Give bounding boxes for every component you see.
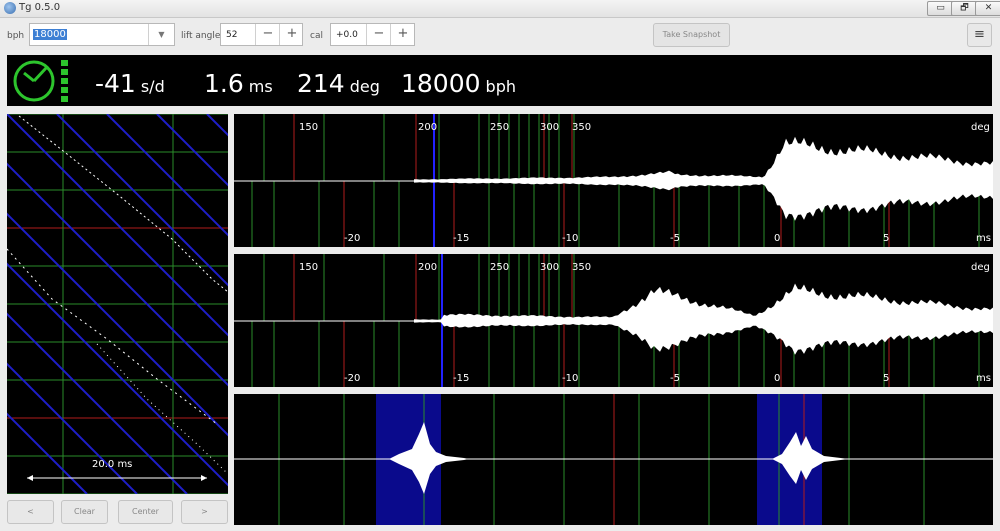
deg-unit-label: deg [971, 262, 990, 273]
deg-unit-label: deg [971, 122, 990, 133]
deg-tick-label: 350 [572, 122, 591, 133]
ms-tick-label: -15 [453, 373, 469, 384]
bph-readout-unit: bph [485, 77, 516, 96]
bph-combobox[interactable]: 18000 ▼ [29, 23, 175, 46]
deg-tick-label: 250 [490, 262, 509, 273]
shift-left-button[interactable]: < [7, 500, 54, 524]
ms-unit-label: ms [976, 373, 991, 384]
deg-tick-label: 150 [299, 262, 318, 273]
deg-tick-label: 300 [540, 262, 559, 273]
ms-tick-label: 5 [883, 373, 889, 384]
lift-angle-label: lift angle [181, 31, 221, 41]
beat-error-readout: 1.6 ms [204, 69, 273, 98]
ms-tick-label: -20 [344, 373, 360, 384]
lift-angle-decrement[interactable]: − [255, 24, 280, 45]
deg-tick-label: 250 [490, 122, 509, 133]
paperstrip-plot [7, 114, 228, 494]
toc-waveform-panel: 150 200 250 300 350 deg -20 -15 -10 -5 0 5 ms [234, 254, 993, 387]
deg-tick-label: 150 [299, 122, 318, 133]
cal-decrement[interactable]: − [366, 24, 391, 45]
paperstrip-panel[interactable]: 20.0 ms [7, 114, 228, 494]
bph-readout: 18000 bph [401, 69, 516, 98]
bph-readout-value: 18000 [401, 69, 481, 98]
ms-tick-label: 0 [774, 233, 780, 244]
ms-tick-label: -20 [344, 233, 360, 244]
app-icon [4, 2, 16, 14]
window-title: Tg 0.5.0 [19, 2, 61, 13]
beat-trace [7, 248, 218, 425]
take-snapshot-button[interactable]: Take Snapshot [653, 23, 730, 47]
rate-unit: s/d [140, 77, 165, 96]
amplitude-unit: deg [349, 77, 380, 96]
rate-readout: -41 s/d [95, 69, 165, 98]
menu-icon[interactable]: ≡ [967, 23, 992, 47]
cal-increment[interactable]: + [390, 24, 415, 45]
bph-label: bph [7, 31, 25, 41]
ms-tick-label: -5 [670, 233, 680, 244]
clock-icon [13, 60, 55, 102]
amplitude-readout: 214 deg [297, 69, 380, 98]
beat-trace [96, 343, 228, 475]
cal-label: cal [310, 31, 323, 41]
amplitude-value: 214 [297, 69, 345, 98]
waveform-envelope [414, 283, 993, 355]
ms-tick-label: 5 [883, 233, 889, 244]
bph-value[interactable]: 18000 [33, 29, 67, 40]
lift-angle-spinbox[interactable]: 52 − + [220, 23, 303, 46]
tic-waveform-panel: 150 200 250 300 350 deg -20 -15 -10 -5 0 5 ms [234, 114, 993, 247]
deg-tick-label: 200 [418, 122, 437, 133]
toc-waveform-plot: 150 200 250 300 350 deg -20 -15 -10 -5 0 5 ms [234, 254, 993, 387]
title-bar: Tg 0.5.0 ▭ 🗗 ✕ [0, 0, 1000, 18]
center-button[interactable]: Center [118, 500, 173, 524]
ms-tick-label: -5 [670, 373, 680, 384]
period-waveform-panel [234, 394, 993, 525]
cal-value[interactable]: +0.0 [336, 30, 358, 40]
lift-angle-increment[interactable]: + [279, 24, 304, 45]
rate-value: -41 [95, 69, 136, 98]
clear-button[interactable]: Clear [61, 500, 108, 524]
deg-tick-label: 350 [572, 262, 591, 273]
close-button[interactable]: ✕ [975, 1, 1000, 16]
waveform-envelope [414, 136, 993, 221]
ms-tick-label: -10 [562, 373, 578, 384]
minimize-button[interactable]: ▭ [927, 1, 954, 16]
ms-tick-label: -10 [562, 233, 578, 244]
tic-waveform-plot: 150 200 250 300 350 deg -20 -15 -10 -5 0 5 ms [234, 114, 993, 247]
period-waveform-plot [234, 394, 993, 525]
ms-unit-label: ms [976, 233, 991, 244]
maximize-button[interactable]: 🗗 [951, 1, 978, 16]
ms-tick-label: -15 [453, 233, 469, 244]
beat-error-unit: ms [248, 77, 273, 96]
status-display: -41 s/d 1.6 ms 214 deg 18000 bph [7, 55, 992, 106]
beat-error-value: 1.6 [204, 69, 244, 98]
deg-tick-label: 300 [540, 122, 559, 133]
deg-tick-label: 200 [418, 262, 437, 273]
cal-spinbox[interactable]: +0.0 − + [330, 23, 415, 46]
shift-right-button[interactable]: > [181, 500, 228, 524]
ms-tick-label: 0 [774, 373, 780, 384]
scale-label: 20.0 ms [92, 459, 133, 470]
lift-angle-value[interactable]: 52 [226, 30, 237, 40]
chevron-down-icon[interactable]: ▼ [148, 24, 174, 45]
